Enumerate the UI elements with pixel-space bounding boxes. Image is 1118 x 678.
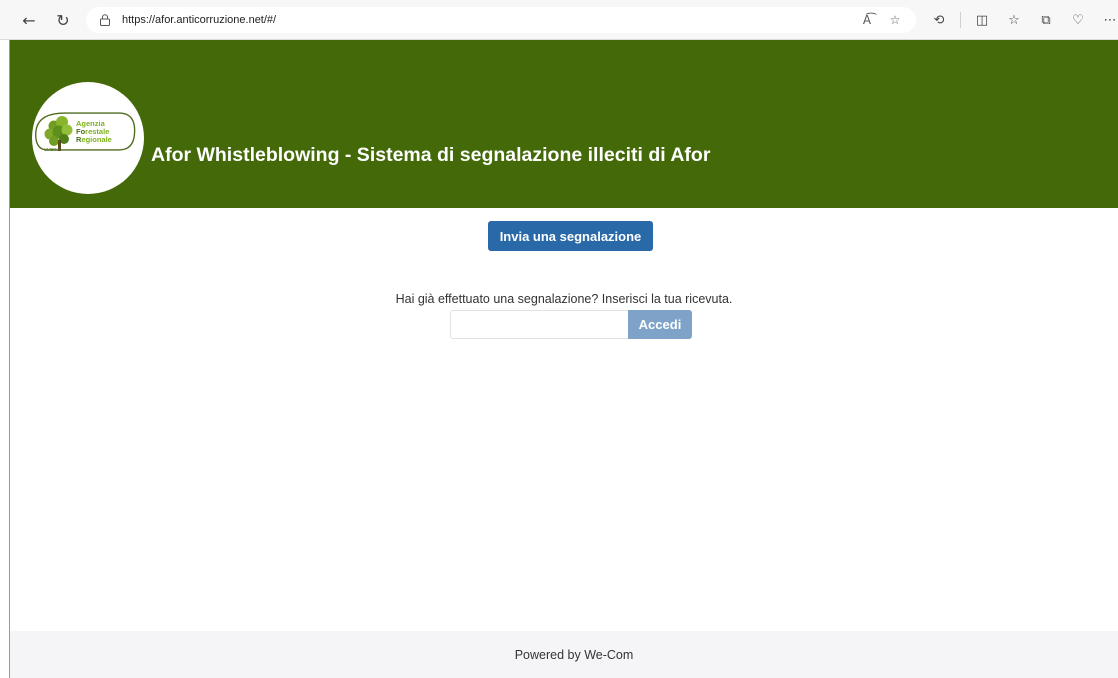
powered-by-text: Powered by We-Com <box>514 647 634 662</box>
afor-logo[interactable]: Agenzia Forestale Regionale UMBRIA <box>32 82 144 194</box>
read-aloud-icon[interactable]: A͡ <box>858 11 876 29</box>
split-screen-icon[interactable]: ◫ <box>971 9 993 31</box>
address-bar[interactable]: https://afor.anticorruzione.net/#/ A͡ ☆ <box>86 7 916 33</box>
health-icon[interactable]: ♡ <box>1067 9 1089 31</box>
svg-text:UMBRIA: UMBRIA <box>44 147 60 152</box>
site-header: Agenzia Forestale Regionale UMBRIA Afor … <box>10 40 1118 208</box>
browser-toolbar: ← ↻ https://afor.anticorruzione.net/#/ A… <box>0 0 1118 40</box>
toolbar-divider <box>960 12 961 28</box>
receipt-prompt: Hai già effettuato una segnalazione? Ins… <box>395 292 733 306</box>
back-arrow-icon[interactable]: ← <box>18 9 40 31</box>
submit-report-button[interactable]: Invia una segnalazione <box>488 221 653 251</box>
receipt-input[interactable] <box>450 310 629 339</box>
lock-icon[interactable] <box>98 13 112 27</box>
collections-icon[interactable]: ⧉ <box>1035 9 1057 31</box>
site-footer: Powered by We-Com <box>10 631 1118 678</box>
favorite-star-icon[interactable]: ☆ <box>886 11 904 29</box>
access-button[interactable]: Accedi <box>628 310 692 339</box>
page-title: Afor Whistleblowing - Sistema di segnala… <box>151 144 711 166</box>
logo-graphic: Agenzia Forestale Regionale UMBRIA <box>35 112 136 152</box>
url-text[interactable]: https://afor.anticorruzione.net/#/ <box>122 14 276 26</box>
extensions-icon[interactable]: ⟲ <box>928 9 950 31</box>
tree-icon <box>44 116 73 151</box>
reload-icon[interactable]: ↻ <box>52 9 74 31</box>
svg-text:Regionale: Regionale <box>76 135 112 144</box>
more-icon[interactable]: ⋯ <box>1099 9 1118 31</box>
favorites-icon[interactable]: ☆ <box>1003 9 1025 31</box>
